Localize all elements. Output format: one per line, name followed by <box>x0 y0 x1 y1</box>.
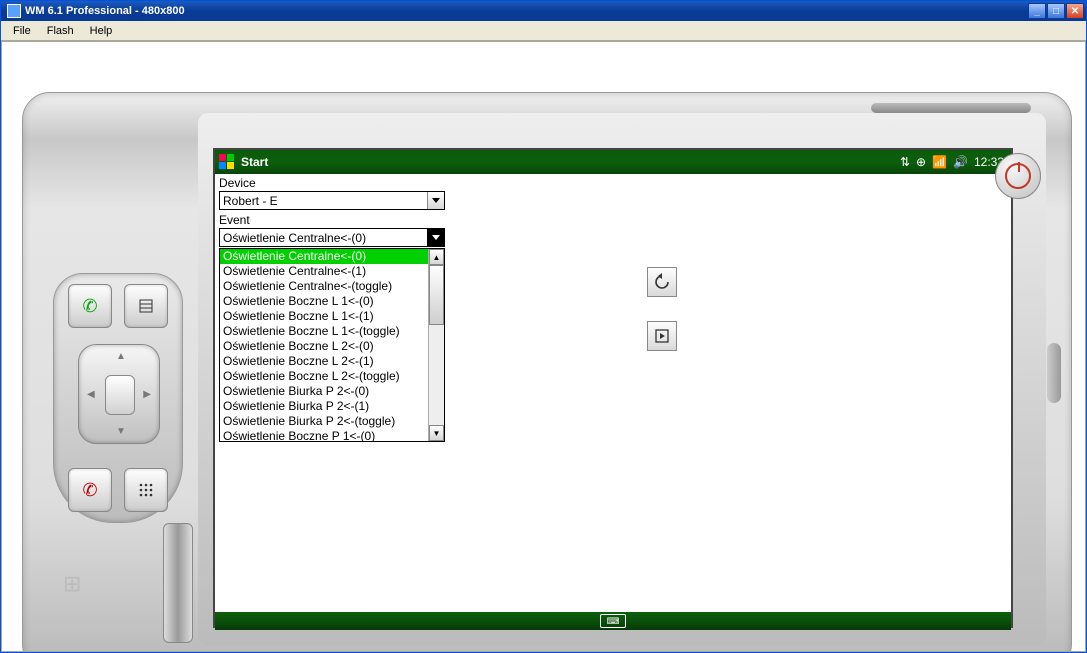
scroll-down-button[interactable]: ▼ <box>429 425 444 441</box>
list-item[interactable]: Oświetlenie Centralne<-(1) <box>220 264 428 279</box>
hw-grid-button[interactable] <box>124 468 168 512</box>
hw-top-speaker <box>871 103 1031 113</box>
hw-windows-logo: ⊞ <box>63 571 93 601</box>
close-button[interactable]: ✕ <box>1066 3 1084 19</box>
list-item[interactable]: Oświetlenie Biurka P 2<-(0) <box>220 384 428 399</box>
window-controls: _ □ ✕ <box>1028 3 1084 19</box>
hw-dpad-right[interactable]: ▶ <box>143 389 151 400</box>
connectivity-icon[interactable]: ⇅ <box>900 155 910 169</box>
hw-dpad: ▲ ▼ ◀ ▶ <box>78 344 160 444</box>
list-item[interactable]: Oświetlenie Boczne L 2<-(1) <box>220 354 428 369</box>
hw-power-button[interactable] <box>995 153 1041 199</box>
list-item[interactable]: Oświetlenie Centralne<-(0) <box>220 249 428 264</box>
list-item[interactable]: Oświetlenie Boczne L 1<-(1) <box>220 309 428 324</box>
menu-file[interactable]: File <box>5 23 39 39</box>
menu-flash[interactable]: Flash <box>39 23 82 39</box>
start-icon <box>219 154 235 170</box>
device-combo[interactable]: Robert - E <box>219 191 445 210</box>
event-combo-value: Oświetlenie Centralne<-(0) <box>220 231 427 245</box>
list-item[interactable]: Oświetlenie Biurka P 2<-(1) <box>220 399 428 414</box>
volume-icon[interactable]: 🔊 <box>953 155 968 169</box>
hw-side-button[interactable] <box>1047 343 1061 403</box>
window-title: WM 6.1 Professional - 480x800 <box>25 5 1028 17</box>
app-icon <box>7 4 21 18</box>
app-window: WM 6.1 Professional - 480x800 _ □ ✕ File… <box>0 0 1087 653</box>
chevron-down-icon <box>427 192 444 209</box>
keyboard-icon[interactable]: ⌨ <box>600 614 626 628</box>
scroll-up-button[interactable]: ▲ <box>429 249 444 265</box>
device-label: Device <box>215 174 1011 190</box>
list-item[interactable]: Oświetlenie Boczne L 2<-(toggle) <box>220 369 428 384</box>
list-item[interactable]: Oświetlenie Centralne<-(toggle) <box>220 279 428 294</box>
hw-dpad-up[interactable]: ▲ <box>116 351 126 362</box>
menubar: File Flash Help <box>1 21 1086 41</box>
event-combo[interactable]: Oświetlenie Centralne<-(0) <box>219 228 445 247</box>
scroll-thumb[interactable] <box>429 265 444 325</box>
hw-menu-button[interactable] <box>124 284 168 328</box>
wm-bottombar: ⌨ <box>215 612 1011 630</box>
list-item[interactable]: Oświetlenie Boczne P 1<-(0) <box>220 429 428 441</box>
menu-help[interactable]: Help <box>82 23 121 39</box>
scroll-track[interactable] <box>429 265 444 425</box>
scrollbar: ▲ ▼ <box>428 249 444 441</box>
client-area: ✆ ▲ ▼ ◀ ▶ ✆ <box>1 41 1086 652</box>
wm-body: Device Robert - E Event Oświetlenie Cent… <box>215 174 1011 612</box>
run-button[interactable] <box>647 321 677 351</box>
wm-taskbar[interactable]: Start ⇅ ⊕ 📶 🔊 12:33 <box>215 150 1011 174</box>
power-icon <box>1005 163 1031 189</box>
device-screen: Start ⇅ ⊕ 📶 🔊 12:33 Device Robert - E Ev… <box>213 148 1013 628</box>
device-frame: ✆ ▲ ▼ ◀ ▶ ✆ <box>22 92 1072 652</box>
hw-end-button[interactable]: ✆ <box>68 468 112 512</box>
titlebar: WM 6.1 Professional - 480x800 _ □ ✕ <box>1 1 1086 21</box>
start-label: Start <box>241 155 268 169</box>
hw-bottom-bar <box>851 651 1011 652</box>
hw-dpad-center[interactable] <box>105 375 135 415</box>
event-listbox[interactable]: Oświetlenie Centralne<-(0)Oświetlenie Ce… <box>219 248 445 442</box>
event-list-items: Oświetlenie Centralne<-(0)Oświetlenie Ce… <box>220 249 428 441</box>
hw-call-button[interactable]: ✆ <box>68 284 112 328</box>
device-combo-value: Robert - E <box>220 194 427 208</box>
maximize-button[interactable]: □ <box>1047 3 1065 19</box>
event-label: Event <box>215 211 1011 227</box>
signal-icon[interactable]: 📶 <box>932 155 947 169</box>
hw-dpad-left[interactable]: ◀ <box>87 389 95 400</box>
refresh-button[interactable] <box>647 267 677 297</box>
list-item[interactable]: Oświetlenie Boczne L 1<-(toggle) <box>220 324 428 339</box>
hw-dpad-down[interactable]: ▼ <box>116 426 126 437</box>
hw-hinge <box>163 523 193 643</box>
list-item[interactable]: Oświetlenie Boczne L 1<-(0) <box>220 294 428 309</box>
chevron-down-icon <box>427 229 444 246</box>
list-item[interactable]: Oświetlenie Boczne L 2<-(0) <box>220 339 428 354</box>
minimize-button[interactable]: _ <box>1028 3 1046 19</box>
hw-button-pad: ✆ ▲ ▼ ◀ ▶ ✆ <box>53 273 183 523</box>
list-item[interactable]: Oświetlenie Biurka P 2<-(toggle) <box>220 414 428 429</box>
wifi-icon[interactable]: ⊕ <box>916 155 926 169</box>
